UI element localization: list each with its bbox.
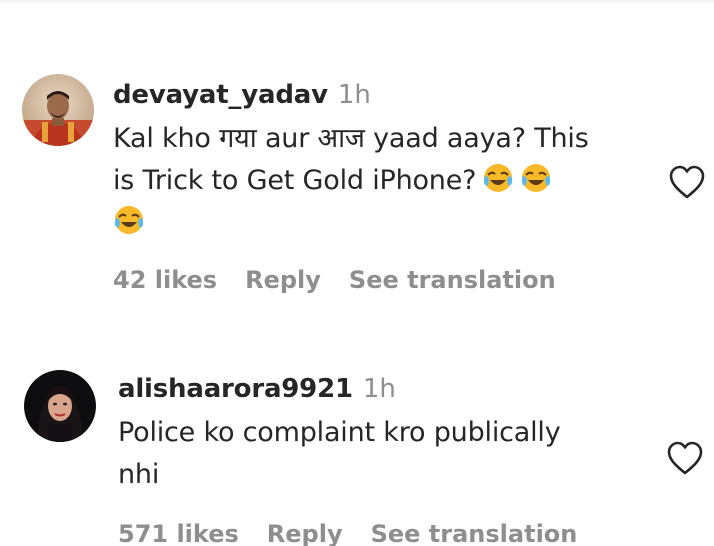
comment-text-line <box>113 202 653 244</box>
comment-text-line: Kal kho गया aur आज yaad aaya? This <box>113 123 589 154</box>
face-with-tears-of-joy-icon <box>114 206 144 234</box>
likes-count[interactable]: 571 likes <box>118 520 239 546</box>
timestamp: 1h <box>337 80 371 110</box>
username[interactable]: devayat_yadav <box>113 80 328 110</box>
comment-text: Police ko complaint kro publically nhi <box>118 412 658 496</box>
timestamp: 1h <box>362 374 396 404</box>
face-with-tears-of-joy-icon <box>484 164 513 192</box>
comment-text-line: Police ko complaint kro publically <box>118 417 561 448</box>
reply-button[interactable]: Reply <box>267 520 343 546</box>
comment-header: alishaarora9921 1h <box>118 366 658 412</box>
comment-actions: 42 likes Reply See translation <box>113 266 584 294</box>
heart-outline-icon[interactable] <box>668 164 706 200</box>
avatar[interactable] <box>24 370 96 442</box>
comment-text-line: nhi <box>118 459 160 490</box>
username[interactable]: alishaarora9921 <box>118 374 353 404</box>
comment-header: devayat_yadav 1h <box>113 72 653 118</box>
comment-text-segment: is Trick to Get Gold iPhone? <box>113 165 477 196</box>
heart-outline-icon[interactable] <box>666 440 704 476</box>
comments-screen: devayat_yadav 1h Kal kho गया aur आज yaad … <box>0 0 714 546</box>
see-translation-button[interactable]: See translation <box>349 266 556 294</box>
likes-count[interactable]: 42 likes <box>113 266 217 294</box>
top-divider <box>0 0 714 6</box>
comment-actions: 571 likes Reply See translation <box>118 520 605 546</box>
avatar[interactable] <box>22 74 94 146</box>
comment-text-line: is Trick to Get Gold iPhone? <box>113 160 653 202</box>
comment-body: alishaarora9921 1h Police ko complaint kr… <box>118 366 658 546</box>
comment-body: devayat_yadav 1h Kal kho गया aur आज yaad … <box>113 72 653 294</box>
see-translation-button[interactable]: See translation <box>371 520 578 546</box>
face-with-tears-of-joy-icon <box>522 164 551 192</box>
comment-text: Kal kho गया aur आज yaad aaya? This is Tr… <box>113 118 653 244</box>
reply-button[interactable]: Reply <box>245 266 321 294</box>
